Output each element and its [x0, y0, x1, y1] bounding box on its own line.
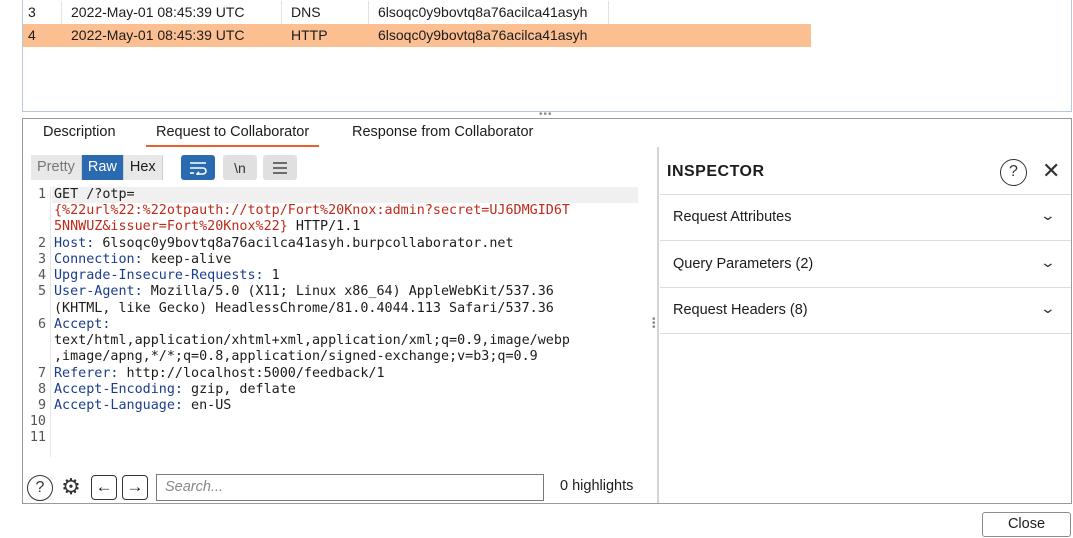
line-number: 4: [37, 268, 46, 283]
vertical-splitter[interactable]: [657, 147, 659, 503]
row-type: DNS: [291, 4, 321, 20]
header-accept: Accept:: [54, 317, 111, 332]
line-number: 9: [37, 398, 46, 413]
header-host: Host: 6lsoqc0y9bovtq8a76acilca41asyh.bur…: [54, 236, 514, 251]
line-number: 2: [37, 236, 46, 251]
line-number: 8: [37, 382, 46, 397]
row-payload: 6lsoqc0y9bovtq8a76acilca41asyh: [378, 27, 588, 43]
row-time: 2022-May-01 08:45:39 UTC: [71, 27, 245, 43]
help-icon[interactable]: ?: [1000, 159, 1027, 186]
editor-toolbar: Pretty Raw Hex \n: [23, 149, 657, 183]
header-accept-encoding: Accept-Encoding: gzip, deflate: [54, 382, 296, 397]
request-query: {%22url%22:%22otpauth://totp/Fort%20Knox…: [54, 203, 570, 218]
section-label: Query Parameters (2): [673, 256, 814, 272]
row-type: HTTP: [291, 27, 328, 43]
help-icon[interactable]: ?: [27, 475, 53, 501]
line-number: 1: [37, 187, 46, 202]
inspector-header: INSPECTOR ? ✕: [660, 147, 1071, 195]
header-accept-value-cont: ,image/apng,*/*;q=0.8,application/signed…: [54, 349, 538, 364]
inspector-section-query-parameters[interactable]: Query Parameters (2) ⌄: [660, 242, 1071, 288]
gear-icon[interactable]: ⚙: [58, 475, 84, 501]
tab-description[interactable]: Description: [43, 119, 116, 147]
collaborator-window: 3 2022-May-01 08:45:39 UTC DNS 6lsoqc0y9…: [0, 0, 1073, 538]
inspector-section-request-attributes[interactable]: Request Attributes ⌄: [660, 195, 1071, 241]
line-number: 11: [29, 430, 46, 445]
request-code[interactable]: 1 2 3 4 5 6 7 8 9 10 11 GET /?otp= {%22u…: [23, 187, 657, 467]
tab-response-from-collaborator[interactable]: Response from Collaborator: [352, 119, 533, 147]
section-label: Request Headers (8): [673, 302, 808, 318]
header-upgrade-insecure-requests: Upgrade-Insecure-Requests: 1: [54, 268, 280, 283]
inspector-panel: INSPECTOR ? ✕ Request Attributes ⌄ Query…: [660, 147, 1071, 503]
section-label: Request Attributes: [673, 209, 792, 225]
request-editor: Pretty Raw Hex \n 1 2 3 4 5 6 7 8 9 10 1…: [23, 149, 657, 503]
line-number: 6: [37, 317, 46, 332]
line-number: 5: [37, 284, 46, 299]
pretty-button[interactable]: Pretty: [31, 155, 82, 180]
newline-toggle-button[interactable]: \n: [223, 155, 257, 180]
line-number: 3: [37, 252, 46, 267]
inspector-section-request-headers[interactable]: Request Headers (8) ⌄: [660, 288, 1071, 334]
row-number: 4: [28, 27, 36, 43]
close-icon[interactable]: ✕: [1042, 157, 1060, 185]
request-line: GET /?otp=: [54, 187, 135, 202]
detail-panel: Description Request to Collaborator Resp…: [22, 118, 1072, 504]
inspector-title: INSPECTOR: [667, 163, 765, 180]
chevron-down-icon: ⌄: [1039, 300, 1057, 316]
view-mode-toggle: Pretty Raw Hex: [31, 155, 163, 180]
row-time: 2022-May-01 08:45:39 UTC: [71, 4, 245, 20]
raw-button[interactable]: Raw: [81, 155, 124, 180]
table-row[interactable]: 3 2022-May-01 08:45:39 UTC DNS 6lsoqc0y9…: [23, 1, 811, 24]
row-payload: 6lsoqc0y9bovtq8a76acilca41asyh: [378, 4, 588, 20]
search-input[interactable]: Search...: [156, 474, 544, 501]
search-bar: ? ⚙ ← → Search... 0 highlights: [23, 471, 657, 503]
line-number: 7: [37, 366, 46, 381]
interactions-table: 3 2022-May-01 08:45:39 UTC DNS 6lsoqc0y9…: [22, 0, 1072, 112]
header-referer: Referer: http://localhost:5000/feedback/…: [54, 366, 385, 381]
chevron-down-icon: ⌄: [1039, 207, 1057, 223]
menu-icon[interactable]: [263, 155, 297, 180]
next-arrow-icon[interactable]: →: [122, 475, 148, 500]
header-accept-value: text/html,application/xhtml+xml,applicat…: [54, 333, 570, 348]
chevron-down-icon: ⌄: [1039, 254, 1057, 270]
header-accept-language: Accept-Language: en-US: [54, 398, 232, 413]
detail-tabs: Description Request to Collaborator Resp…: [23, 119, 1071, 147]
previous-arrow-icon[interactable]: ←: [91, 475, 117, 500]
row-number: 3: [28, 4, 36, 20]
line-number: 10: [29, 414, 46, 429]
table-row-selected[interactable]: 4 2022-May-01 08:45:39 UTC HTTP 6lsoqc0y…: [23, 24, 811, 47]
header-connection: Connection: keep-alive: [54, 252, 232, 267]
hex-button[interactable]: Hex: [123, 155, 163, 180]
request-query-cont: 5NNWUZ&issuer=Fort%20Knox%22} HTTP/1.1: [54, 219, 361, 234]
wrap-icon[interactable]: [181, 155, 215, 180]
vertical-splitter-handle[interactable]: • • •: [652, 315, 656, 333]
highlights-count: 0 highlights: [560, 478, 634, 494]
tab-request-to-collaborator[interactable]: Request to Collaborator: [146, 119, 320, 147]
close-button[interactable]: Close: [982, 512, 1071, 537]
header-user-agent: User-Agent: Mozilla/5.0 (X11; Linux x86_…: [54, 284, 554, 299]
header-user-agent-cont: (KHTML, like Gecko) HeadlessChrome/81.0.…: [54, 301, 554, 316]
